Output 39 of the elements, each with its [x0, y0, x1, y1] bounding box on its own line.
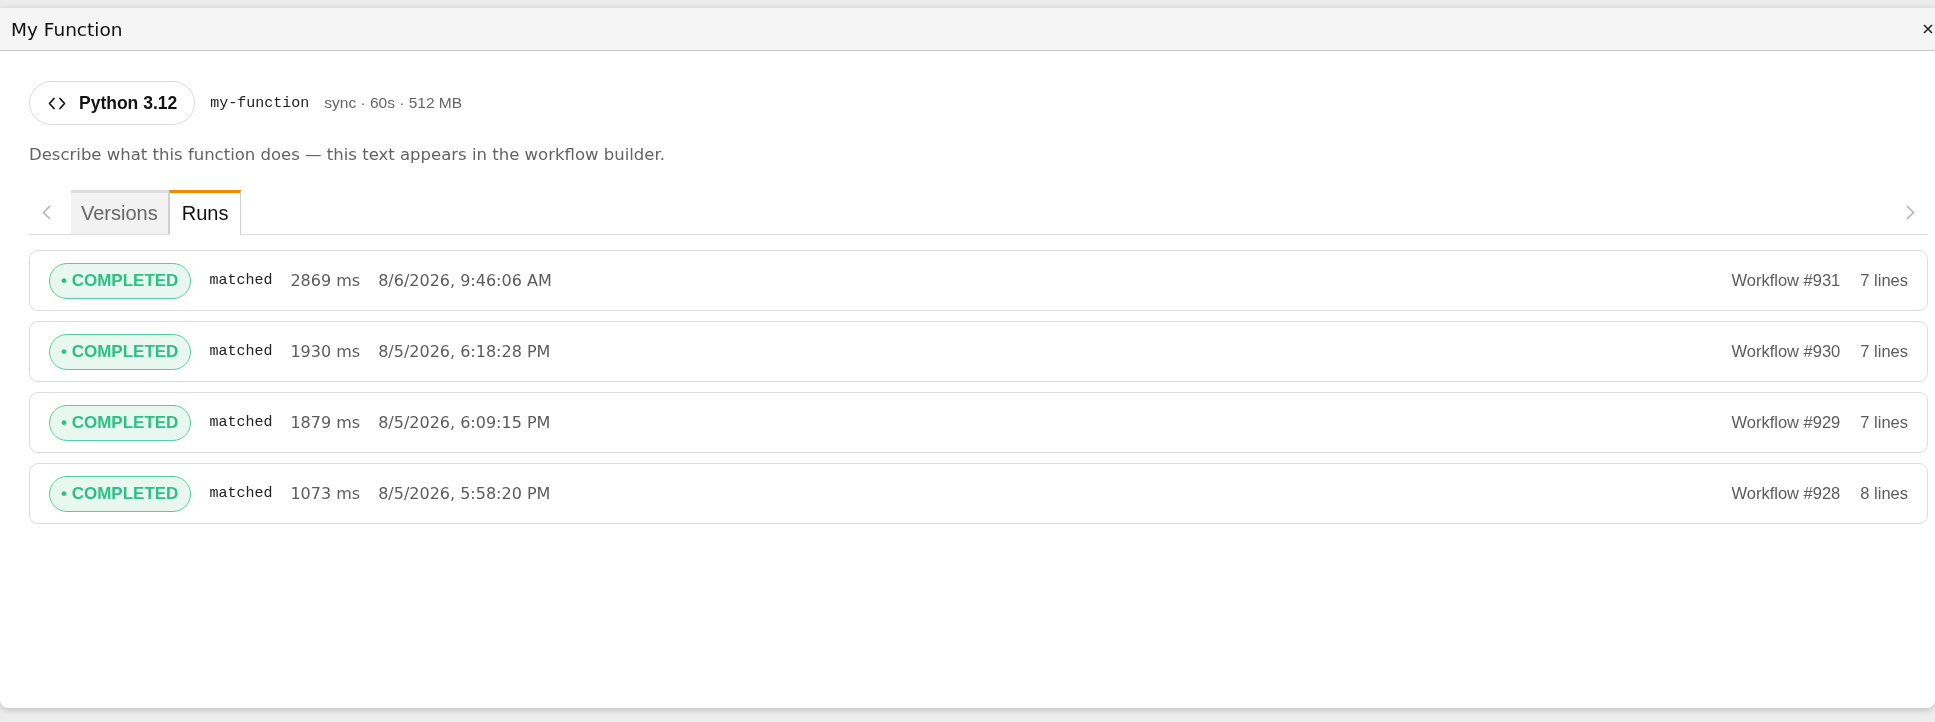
- run-result: matched: [209, 343, 273, 360]
- status-badge: • COMPLETED: [49, 262, 192, 299]
- line-count: 7 lines: [1860, 413, 1908, 432]
- code-icon: [48, 96, 66, 110]
- function-name: my-function: [210, 94, 310, 112]
- chevron-right-icon[interactable]: [1906, 204, 1915, 220]
- line-count: 8 lines: [1860, 484, 1908, 503]
- run-duration: 1073 ms: [290, 484, 361, 503]
- window-title: My Function: [11, 18, 123, 40]
- line-count: 7 lines: [1860, 342, 1908, 361]
- workflow-label: Workflow #930: [1731, 342, 1841, 361]
- run-timestamp: 8/5/2026, 5:58:20 PM: [378, 484, 551, 503]
- run-result: matched: [209, 414, 273, 431]
- workflow-label: Workflow #928: [1731, 484, 1841, 503]
- workflow-label: Workflow #929: [1731, 413, 1841, 432]
- runtime-label: Python 3.12: [79, 92, 178, 114]
- status-badge: • COMPLETED: [49, 333, 192, 370]
- status-badge: • COMPLETED: [49, 404, 192, 441]
- function-specs: sync · 60s · 512 MB: [324, 94, 463, 112]
- run-duration: 2869 ms: [290, 271, 361, 290]
- chevron-left-icon[interactable]: [42, 204, 51, 220]
- function-description: Describe what this function does — this text appears in the workflow builder.: [29, 145, 666, 165]
- run-card[interactable]: • COMPLETED matched 1930 ms 8/5/2026, 6:18:28 PM Workflow #930 7 lines: [29, 321, 1928, 382]
- tab[interactable]: Runs: [168, 190, 242, 235]
- run-timestamp: 8/5/2026, 6:09:15 PM: [378, 413, 551, 432]
- run-duration: 1930 ms: [290, 342, 361, 361]
- run-result: matched: [209, 272, 273, 289]
- run-timestamp: 8/6/2026, 9:46:06 AM: [378, 271, 552, 290]
- run-result: matched: [209, 485, 273, 502]
- run-card[interactable]: • COMPLETED matched 1879 ms 8/5/2026, 6:09:15 PM Workflow #929 7 lines: [29, 392, 1928, 453]
- run-duration: 1879 ms: [290, 413, 361, 432]
- status-badge: • COMPLETED: [49, 475, 192, 512]
- run-timestamp: 8/5/2026, 6:18:28 PM: [378, 342, 551, 361]
- run-card[interactable]: • COMPLETED matched 1073 ms 8/5/2026, 5:58:20 PM Workflow #928 8 lines: [29, 463, 1928, 524]
- tab[interactable]: Versions: [71, 190, 169, 235]
- line-count: 7 lines: [1860, 271, 1908, 290]
- workflow-label: Workflow #931: [1731, 271, 1841, 290]
- run-card[interactable]: • COMPLETED matched 2869 ms 8/6/2026, 9:46:06 AM Workflow #931 7 lines: [29, 250, 1928, 311]
- close-icon[interactable]: [1923, 24, 1933, 34]
